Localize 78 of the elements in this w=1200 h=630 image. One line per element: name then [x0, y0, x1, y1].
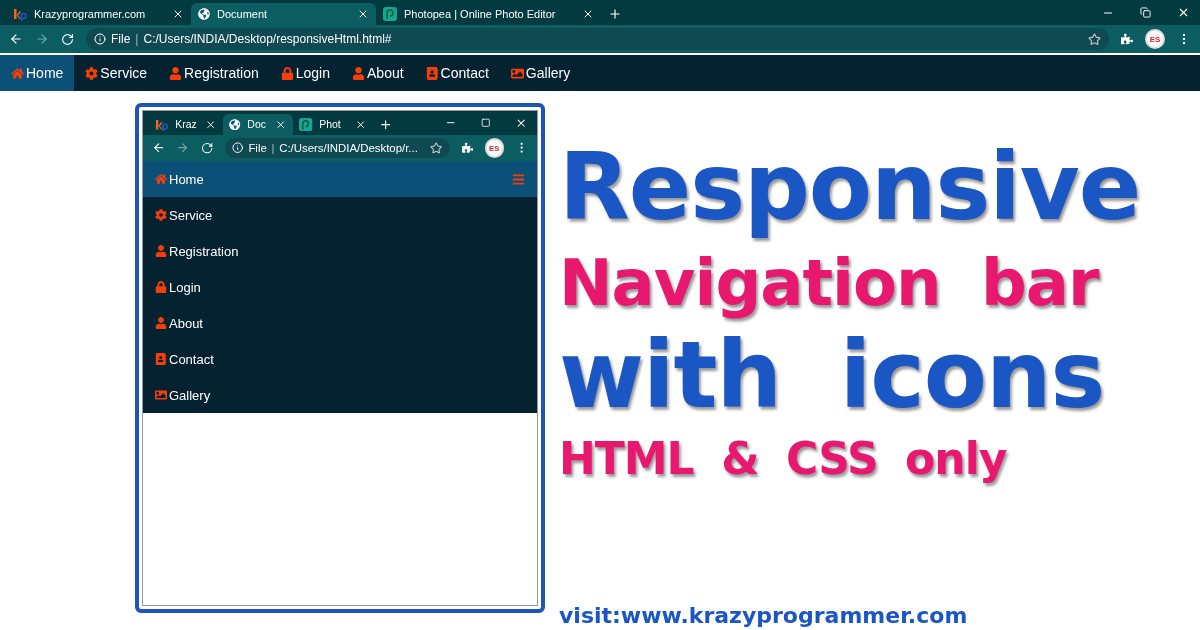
nav-link[interactable]: Contact — [143, 341, 537, 378]
restore-icon[interactable] — [1140, 6, 1151, 19]
nav-link[interactable]: Service — [143, 197, 537, 234]
browser-tab[interactable]: Krazyprogrammer.com — [6, 3, 191, 25]
nav-link[interactable]: Login — [269, 55, 341, 91]
close-icon[interactable] — [582, 8, 594, 20]
star-icon[interactable] — [1088, 32, 1101, 46]
close-icon[interactable] — [515, 116, 528, 130]
browser-tab[interactable]: Document — [191, 3, 376, 25]
nav-link[interactable]: About — [143, 305, 537, 342]
logo-icon — [13, 7, 27, 21]
puzzle-icon[interactable] — [461, 142, 474, 154]
profile-avatar[interactable]: ES — [1145, 29, 1165, 49]
browser-tab[interactable]: Kraz — [148, 113, 223, 135]
headline-text: Navigation bar — [559, 245, 1101, 322]
image-icon — [155, 389, 167, 402]
nav-link[interactable]: Contact — [414, 55, 500, 91]
nav-link[interactable]: Login — [143, 269, 537, 306]
close-icon[interactable] — [354, 118, 367, 130]
reload-icon[interactable] — [200, 141, 214, 155]
separator-text: | — [271, 142, 275, 155]
nav-link[interactable]: Home — [0, 55, 75, 91]
close-icon[interactable] — [274, 118, 287, 130]
browser-tab[interactable]: Doc — [222, 113, 293, 135]
browser-tab[interactable]: Phot — [292, 113, 373, 135]
close-icon[interactable] — [172, 8, 184, 20]
reload-icon[interactable] — [61, 32, 74, 46]
globe-icon — [229, 118, 241, 130]
maximize-icon[interactable] — [480, 116, 491, 130]
address-bar[interactable]: File | C:/Users/INDIA/Desktop/responsiveHtml.html# — [86, 28, 1109, 50]
browser-tab[interactable]: Photopea | Online Photo Editor — [376, 3, 601, 25]
url-text: C:/Users/INDIA/Desktop/r... — [279, 142, 419, 155]
user-icon — [352, 66, 365, 80]
home-icon — [155, 173, 167, 186]
nav-link[interactable]: Registration — [158, 55, 270, 91]
url-text: C:/Users/INDIA/Desktop/responsiveHtml.html# — [143, 32, 393, 46]
info-icon — [94, 33, 106, 45]
new-tab-icon[interactable] — [608, 7, 622, 21]
scheme-label: File — [111, 32, 131, 46]
close-icon[interactable] — [204, 118, 217, 130]
address-bar[interactable]: File | C:/Users/INDIA/Desktop/r... — [224, 137, 451, 159]
image-icon — [510, 66, 524, 80]
spiral-icon — [299, 117, 313, 131]
user-icon — [169, 66, 183, 80]
user-icon — [155, 245, 167, 258]
nav-link[interactable]: Gallery — [499, 55, 582, 91]
contact-card-icon — [155, 353, 167, 366]
nav-link[interactable]: Home — [155, 161, 204, 198]
lock-icon — [155, 281, 167, 294]
nav-link[interactable]: About — [341, 55, 415, 91]
home-icon — [11, 66, 24, 80]
nav-link[interactable]: Gallery — [143, 377, 537, 414]
gear-icon — [85, 66, 99, 80]
new-tab-icon[interactable] — [379, 117, 393, 131]
headline-text: HTML & CSS only — [559, 432, 1008, 486]
forward-icon[interactable] — [35, 32, 49, 46]
info-icon — [232, 142, 244, 154]
star-icon[interactable] — [430, 141, 443, 155]
nav-link[interactable]: Service — [74, 55, 159, 91]
forward-icon[interactable] — [176, 141, 190, 155]
back-icon[interactable] — [9, 32, 23, 46]
separator-text: | — [135, 32, 139, 46]
lock-icon — [280, 66, 294, 80]
close-icon[interactable] — [357, 8, 369, 20]
user-icon — [155, 317, 167, 330]
headline-text: with icons — [559, 323, 1106, 429]
back-icon[interactable] — [151, 141, 165, 155]
website-text: visit:www.krazyprogrammer.com — [559, 603, 969, 628]
gear-icon — [155, 209, 167, 222]
scheme-label: File — [248, 142, 267, 155]
globe-icon — [198, 8, 210, 20]
headline-text: Responsive — [559, 133, 1142, 243]
spiral-icon — [383, 7, 397, 21]
close-icon[interactable] — [1177, 6, 1190, 19]
nav-link[interactable]: Registration — [143, 233, 537, 270]
puzzle-icon[interactable] — [1121, 33, 1133, 45]
logo-icon — [155, 117, 169, 131]
contact-card-icon — [425, 66, 439, 80]
